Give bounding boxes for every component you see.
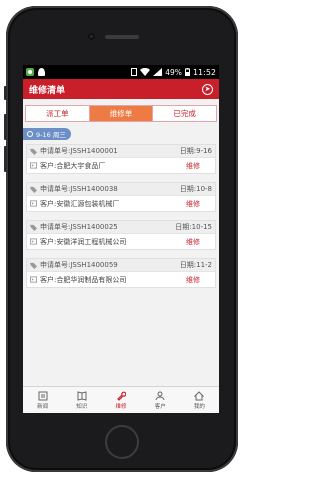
android-icon xyxy=(37,68,46,76)
date-label: 日期: xyxy=(179,261,197,269)
order-date: 11-2 xyxy=(196,261,212,269)
customer-name: 安徽洋润工程机械公司 xyxy=(56,237,127,246)
request-no: JSSH1400038 xyxy=(70,185,118,193)
status-badge: 维修 xyxy=(186,161,200,170)
order-date: 10-8 xyxy=(196,185,212,193)
order-header: 申请单号: JSSH1400025 日期: 10-15 xyxy=(27,221,215,234)
customer-name: 合肥华润制品有限公司 xyxy=(56,275,127,284)
status-badge: 维修 xyxy=(186,199,200,208)
order-header: 申请单号: JSSH1400038 日期: 10-8 xyxy=(27,183,215,196)
order-header: 申请单号: JSSH1400059 日期: 11-2 xyxy=(27,259,215,272)
date-label: 日期: xyxy=(179,185,197,193)
tag-icon xyxy=(30,186,37,193)
date-label: 日期: xyxy=(175,223,192,231)
request-no-label: 申请单号: xyxy=(40,261,71,269)
app-screen: 49% 11:52 维修清单 ➤ 派工单 维修单 已完成 9-16 周三 申请单… xyxy=(23,65,219,413)
nav-item-news[interactable]: 新闻 xyxy=(23,387,62,413)
customer-label: 客户: xyxy=(40,199,57,208)
news-icon xyxy=(38,391,48,400)
nav-item-mine[interactable]: 我的 xyxy=(180,387,219,413)
sim-icon xyxy=(131,68,138,76)
request-no-label: 申请单号: xyxy=(40,185,71,193)
tag-icon xyxy=(30,262,37,269)
order-date: 10-15 xyxy=(191,223,212,231)
customer-label: 客户: xyxy=(40,275,57,284)
refresh-icon[interactable]: ➤ xyxy=(202,83,213,95)
tag-icon xyxy=(30,148,37,155)
app-header: 维修清单 ➤ xyxy=(23,79,219,99)
volume-down-button xyxy=(4,146,7,172)
date-label: 日期: xyxy=(179,147,197,155)
app-notification-icon xyxy=(26,68,34,76)
status-badge: 维修 xyxy=(186,275,200,284)
date-chip-label: 9-16 周三 xyxy=(36,131,66,139)
page-title: 维修清单 xyxy=(29,85,66,96)
earpiece-speaker xyxy=(105,35,139,39)
request-no-label: 申请单号: xyxy=(40,147,71,155)
order-card[interactable]: 申请单号: JSSH1400038 日期: 10-8 客户: 安徽汇源包装机械厂… xyxy=(26,182,216,212)
clock: 11:52 xyxy=(192,67,216,77)
customer-card-icon xyxy=(30,162,37,169)
clock-icon xyxy=(27,131,33,137)
nav-label: 维修 xyxy=(115,403,127,410)
mute-switch xyxy=(4,86,7,100)
nav-label: 知识 xyxy=(76,403,88,410)
tab-dispatch[interactable]: 派工单 xyxy=(26,106,90,121)
order-body: 客户: 合肥华润制品有限公司 维修 xyxy=(27,272,215,287)
wifi-icon xyxy=(140,68,151,76)
tab-completed[interactable]: 已完成 xyxy=(153,106,216,121)
request-no: JSSH1400001 xyxy=(70,147,118,155)
bottom-nav: 新闻 知识 维修 客户 我的 xyxy=(23,386,219,413)
customer-label: 客户: xyxy=(40,237,57,246)
customer-name: 合肥大宇食品厂 xyxy=(56,161,106,170)
book-icon xyxy=(77,390,87,401)
signal-icon xyxy=(153,68,163,76)
person-icon xyxy=(155,391,165,400)
customer-card-icon xyxy=(30,238,37,245)
home-button[interactable] xyxy=(105,425,139,459)
tag-icon xyxy=(30,224,37,231)
status-badge: 维修 xyxy=(186,237,200,246)
wrench-icon xyxy=(117,391,126,401)
status-bar: 49% 11:52 xyxy=(23,65,219,79)
order-card[interactable]: 申请单号: JSSH1400025 日期: 10-15 客户: 安徽洋润工程机械… xyxy=(26,220,216,250)
tab-repair[interactable]: 维修单 xyxy=(89,106,154,121)
nav-item-customer[interactable]: 客户 xyxy=(141,387,180,413)
order-body: 客户: 合肥大宇食品厂 维修 xyxy=(27,158,215,173)
date-chip: 9-16 周三 xyxy=(23,128,71,140)
order-list: 申请单号: JSSH1400001 日期: 9-16 客户: 合肥大宇食品厂 维… xyxy=(23,144,219,288)
nav-label: 新闻 xyxy=(37,403,49,410)
customer-label: 客户: xyxy=(40,161,57,170)
battery-icon xyxy=(184,68,190,76)
order-body: 客户: 安徽汇源包装机械厂 维修 xyxy=(27,196,215,211)
home-icon xyxy=(194,390,205,400)
order-tabs: 派工单 维修单 已完成 xyxy=(25,105,217,122)
volume-up-button xyxy=(4,114,7,140)
nav-item-knowledge[interactable]: 知识 xyxy=(62,387,101,413)
customer-name: 安徽汇源包装机械厂 xyxy=(56,199,120,208)
battery-percent: 49% xyxy=(165,67,182,77)
order-card[interactable]: 申请单号: JSSH1400001 日期: 9-16 客户: 合肥大宇食品厂 维… xyxy=(26,144,216,174)
order-header: 申请单号: JSSH1400001 日期: 9-16 xyxy=(27,145,215,158)
order-date: 9-16 xyxy=(196,147,212,155)
request-no-label: 申请单号: xyxy=(40,223,71,231)
nav-label: 客户 xyxy=(154,403,166,410)
customer-card-icon xyxy=(30,200,37,207)
nav-label: 我的 xyxy=(193,403,205,410)
request-no: JSSH1400059 xyxy=(70,261,118,269)
customer-card-icon xyxy=(30,276,37,283)
front-camera xyxy=(88,33,95,40)
nav-item-repair[interactable]: 维修 xyxy=(101,387,140,413)
request-no: JSSH1400025 xyxy=(70,223,118,231)
order-card[interactable]: 申请单号: JSSH1400059 日期: 11-2 客户: 合肥华润制品有限公… xyxy=(26,258,216,288)
order-body: 客户: 安徽洋润工程机械公司 维修 xyxy=(27,234,215,249)
